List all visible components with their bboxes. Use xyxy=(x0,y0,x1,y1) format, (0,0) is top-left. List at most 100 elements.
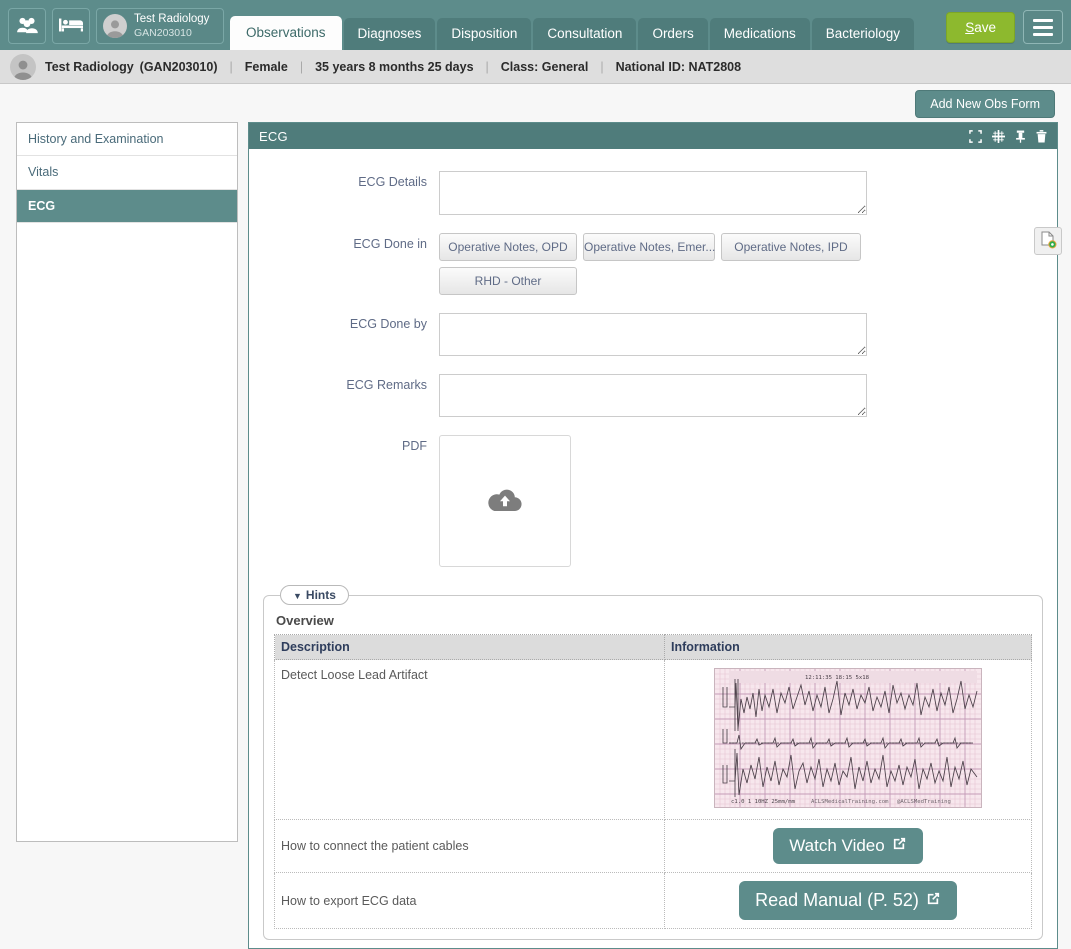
people-icon xyxy=(16,16,38,37)
cloud-upload-icon xyxy=(488,487,522,516)
ecg-details-label: ECG Details xyxy=(358,175,427,189)
expand-icon[interactable] xyxy=(969,129,982,143)
save-button[interactable]: Save xyxy=(946,11,1015,43)
field-row-ecg-details: ECG Details xyxy=(249,171,1057,215)
ecg-details-input[interactable] xyxy=(439,171,867,215)
ecg-done-by-label: ECG Done by xyxy=(349,317,427,331)
hint-information-cell: Watch Video xyxy=(664,819,1032,873)
tab-diagnoses[interactable]: Diagnoses xyxy=(343,18,436,50)
svg-text:@ACLSMedTraining: @ACLSMedTraining xyxy=(897,799,951,805)
ecg-done-in-options: Operative Notes, OPD Operative Notes, Em… xyxy=(439,233,867,295)
hints-legend-label: Hints xyxy=(305,588,336,602)
tab-orders[interactable]: Orders xyxy=(638,18,708,50)
top-navbar: Test Radiology GAN203010 Observations Di… xyxy=(0,0,1071,50)
external-link-icon xyxy=(892,836,907,856)
patient-gender: Female xyxy=(244,59,288,74)
pdf-label: PDF xyxy=(402,439,427,453)
column-header-description: Description xyxy=(274,634,665,660)
tab-disposition[interactable]: Disposition xyxy=(437,18,532,50)
external-link-icon xyxy=(926,890,941,911)
hints-fieldset: ▼ Hints Overview Description Information … xyxy=(263,585,1043,940)
read-manual-button[interactable]: Read Manual (P. 52) xyxy=(739,881,957,920)
ecg-rhythm-strip-image: 12:11:35 18:15 5x18 c1.0 1 10HZ 25mm/mm … xyxy=(714,668,982,808)
ecg-done-in-label: ECG Done in xyxy=(353,237,427,251)
sidebar-item-history-and-examination[interactable]: History and Examination xyxy=(17,123,237,157)
sidebar-item-vitals[interactable]: Vitals xyxy=(17,156,237,190)
table-header-row: Description Information xyxy=(274,634,1032,660)
navbar-right-group: Save xyxy=(946,10,1063,50)
option-rhd-other[interactable]: RHD - Other xyxy=(439,267,577,295)
avatar xyxy=(103,14,127,38)
ecg-remarks-input[interactable] xyxy=(439,374,867,417)
option-operative-notes-opd[interactable]: Operative Notes, OPD xyxy=(439,233,577,261)
field-row-ecg-remarks: ECG Remarks xyxy=(249,374,1057,417)
observation-forms-sidebar: History and Examination Vitals ECG xyxy=(16,122,238,842)
ecg-remarks-label: ECG Remarks xyxy=(346,378,427,392)
patient-chip-name: Test Radiology xyxy=(134,13,210,26)
sidebar-item-ecg[interactable]: ECG xyxy=(17,189,237,223)
people-icon-button[interactable] xyxy=(8,8,46,44)
option-operative-notes-ipd[interactable]: Operative Notes, IPD xyxy=(721,233,861,261)
new-document-icon-button[interactable] xyxy=(1034,227,1062,255)
trash-icon[interactable] xyxy=(1036,129,1047,143)
divider: | xyxy=(485,59,489,74)
bed-icon-button[interactable] xyxy=(52,8,90,44)
table-row: How to connect the patient cables Watch … xyxy=(274,819,1032,873)
tab-bacteriology[interactable]: Bacteriology xyxy=(811,18,915,50)
panel-title: ECG xyxy=(259,128,288,144)
ecg-panel-header: ECG xyxy=(249,123,1057,149)
ecg-panel: ECG ECG Details ECG Done in Operative No… xyxy=(248,122,1058,949)
patient-national-id: National ID: NAT2808 xyxy=(615,59,742,74)
field-row-ecg-done-in: ECG Done in Operative Notes, OPD Operati… xyxy=(249,233,1057,295)
tab-observations[interactable]: Observations xyxy=(230,16,342,50)
hint-description-connect-cables: How to connect the patient cables xyxy=(274,819,665,873)
patient-avatar xyxy=(10,53,36,80)
chevron-down-icon: ▼ xyxy=(293,591,302,601)
hint-description-export-data: How to export ECG data xyxy=(274,872,665,929)
divider: | xyxy=(600,59,604,74)
hamburger-icon[interactable] xyxy=(1023,10,1063,44)
save-label-rest: ave xyxy=(974,19,996,35)
option-operative-notes-emergency[interactable]: Operative Notes, Emer... xyxy=(583,233,715,261)
new-document-icon xyxy=(1039,231,1057,252)
panel-wrapper: ECG ECG Details ECG Done in Operative No… xyxy=(248,122,1063,949)
patient-class: Class: General xyxy=(500,59,589,74)
hint-information-cell: 12:11:35 18:15 5x18 c1.0 1 10HZ 25mm/mm … xyxy=(664,659,1032,820)
divider: | xyxy=(229,59,233,74)
bed-icon xyxy=(59,17,83,36)
panel-header-icons xyxy=(969,129,1047,143)
hints-table: Description Information Detect Loose Lea… xyxy=(274,634,1032,929)
pin-icon[interactable] xyxy=(1015,130,1026,143)
add-new-obs-form-button[interactable]: Add New Obs Form xyxy=(915,90,1055,118)
tab-consultation[interactable]: Consultation xyxy=(533,18,637,50)
divider: | xyxy=(299,59,304,74)
hint-information-cell: Read Manual (P. 52) xyxy=(664,872,1032,929)
hints-toggle[interactable]: ▼ Hints xyxy=(280,585,349,605)
watch-video-label: Watch Video xyxy=(789,836,885,855)
save-accesskey: S xyxy=(965,19,975,35)
tab-medications[interactable]: Medications xyxy=(709,18,810,50)
move-icon[interactable] xyxy=(992,129,1005,143)
field-row-pdf: PDF xyxy=(249,435,1057,567)
read-manual-label: Read Manual (P. 52) xyxy=(755,890,919,910)
navbar-left-group: Test Radiology GAN203010 xyxy=(8,8,224,50)
ecg-done-by-input[interactable] xyxy=(439,313,867,356)
ecg-form-body: ECG Details ECG Done in Operative Notes,… xyxy=(249,149,1057,948)
main-tabs: Observations Diagnoses Disposition Consu… xyxy=(230,16,916,50)
content-area: History and Examination Vitals ECG ECG E… xyxy=(0,122,1071,949)
patient-identifier: (GAN203010) xyxy=(139,59,218,74)
svg-text:c1.0 1 10HZ 25mm/mm: c1.0 1 10HZ 25mm/mm xyxy=(731,799,796,805)
watch-video-button[interactable]: Watch Video xyxy=(773,828,923,864)
patient-name: Test Radiology xyxy=(45,59,134,74)
column-header-information: Information xyxy=(664,634,1032,660)
table-row: How to export ECG data Read Manual (P. 5… xyxy=(274,872,1032,929)
pdf-upload-dropzone[interactable] xyxy=(439,435,571,567)
table-row: Detect Loose Lead Artifact 12:11:35 18:1… xyxy=(274,659,1032,820)
svg-text:12:11:35 18:15 5x18: 12:11:35 18:15 5x18 xyxy=(805,675,870,681)
svg-text:ACLSMedicalTraining.com: ACLSMedicalTraining.com xyxy=(811,799,889,805)
patient-chip[interactable]: Test Radiology GAN203010 xyxy=(96,8,224,44)
overview-title: Overview xyxy=(276,613,334,628)
action-bar: Add New Obs Form xyxy=(0,84,1071,122)
patient-chip-id: GAN203010 xyxy=(134,26,192,39)
hint-description-loose-lead: Detect Loose Lead Artifact xyxy=(274,659,665,820)
